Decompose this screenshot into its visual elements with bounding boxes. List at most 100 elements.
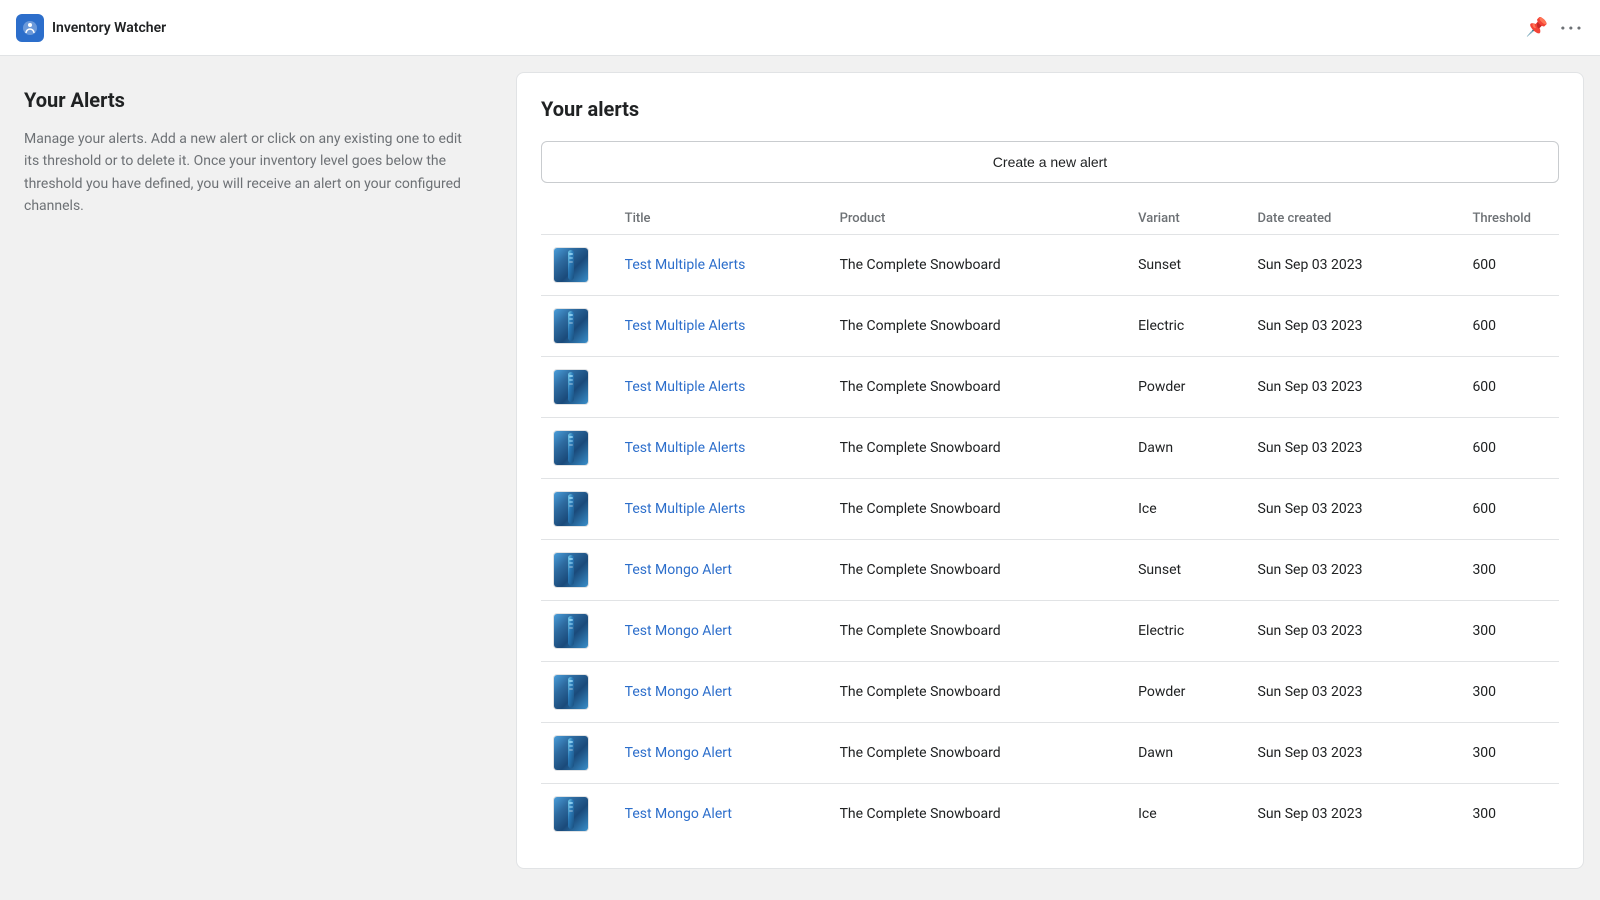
product-thumbnail-cell xyxy=(541,723,613,784)
alert-threshold-cell: 600 xyxy=(1460,479,1559,540)
alert-title-cell: Test Mongo Alert xyxy=(613,723,828,784)
topbar: Inventory Watcher 📌 ··· xyxy=(0,0,1600,56)
alert-variant-cell: Ice xyxy=(1126,479,1245,540)
create-alert-button[interactable]: Create a new alert xyxy=(541,141,1559,183)
product-thumbnail-cell xyxy=(541,662,613,723)
product-thumbnail xyxy=(553,735,589,771)
app-icon xyxy=(16,14,44,42)
product-thumbnail xyxy=(553,369,589,405)
alert-variant-cell: Electric xyxy=(1126,601,1245,662)
alert-threshold-cell: 300 xyxy=(1460,662,1559,723)
alert-variant-cell: Sunset xyxy=(1126,235,1245,296)
alert-title-link[interactable]: Test Mongo Alert xyxy=(625,745,732,761)
alert-title-link[interactable]: Test Mongo Alert xyxy=(625,684,732,700)
alerts-card: Your alerts Create a new alert Title Pro… xyxy=(516,72,1584,869)
alert-title-link[interactable]: Test Multiple Alerts xyxy=(625,440,746,456)
alert-date-cell: Sun Sep 03 2023 xyxy=(1246,723,1461,784)
product-thumbnail xyxy=(553,552,589,588)
alert-product-cell: The Complete Snowboard xyxy=(828,784,1127,845)
alerts-table: Title Product Variant Date created Thres… xyxy=(541,203,1559,844)
product-thumbnail-cell xyxy=(541,418,613,479)
product-thumbnail xyxy=(553,308,589,344)
product-thumbnail-cell xyxy=(541,296,613,357)
product-thumbnail-cell xyxy=(541,479,613,540)
card-title: Your alerts xyxy=(541,97,1559,121)
topbar-right: 📌 ··· xyxy=(1525,16,1584,40)
alert-threshold-cell: 300 xyxy=(1460,784,1559,845)
product-thumbnail xyxy=(553,247,589,283)
alert-title-link[interactable]: Test Multiple Alerts xyxy=(625,318,746,334)
alert-variant-cell: Powder xyxy=(1126,662,1245,723)
alert-date-cell: Sun Sep 03 2023 xyxy=(1246,540,1461,601)
table-row: Test Mongo AlertThe Complete SnowboardDa… xyxy=(541,723,1559,784)
alert-title-cell: Test Multiple Alerts xyxy=(613,357,828,418)
alert-product-cell: The Complete Snowboard xyxy=(828,479,1127,540)
product-thumbnail-cell xyxy=(541,784,613,845)
main-layout: Your Alerts Manage your alerts. Add a ne… xyxy=(0,56,1600,900)
col-header-product: Product xyxy=(828,203,1127,235)
product-thumbnail-cell xyxy=(541,235,613,296)
pin-icon[interactable]: 📌 xyxy=(1525,17,1547,38)
alert-variant-cell: Powder xyxy=(1126,357,1245,418)
product-thumbnail-cell xyxy=(541,540,613,601)
alert-product-cell: The Complete Snowboard xyxy=(828,235,1127,296)
alert-variant-cell: Electric xyxy=(1126,296,1245,357)
col-header-threshold: Threshold xyxy=(1460,203,1559,235)
alert-title-link[interactable]: Test Multiple Alerts xyxy=(625,501,746,517)
alert-product-cell: The Complete Snowboard xyxy=(828,723,1127,784)
alert-title-cell: Test Mongo Alert xyxy=(613,601,828,662)
topbar-left: Inventory Watcher xyxy=(16,14,166,42)
alert-date-cell: Sun Sep 03 2023 xyxy=(1246,418,1461,479)
alert-date-cell: Sun Sep 03 2023 xyxy=(1246,601,1461,662)
alert-date-cell: Sun Sep 03 2023 xyxy=(1246,784,1461,845)
more-menu-icon[interactable]: ··· xyxy=(1560,16,1584,40)
table-row: Test Multiple Alerts The Complete Snowboa… xyxy=(541,479,1559,540)
table-row: Test Multiple Alerts The Complete Snowboa… xyxy=(541,357,1559,418)
sidebar-description: Manage your alerts. Add a new alert or c… xyxy=(24,128,476,218)
col-header-title: Title xyxy=(613,203,828,235)
alert-threshold-cell: 600 xyxy=(1460,296,1559,357)
product-thumbnail xyxy=(553,613,589,649)
table-row: Test Multiple Alerts The Complete Snowboa… xyxy=(541,235,1559,296)
table-row: Test Multiple Alerts The Complete Snowboa… xyxy=(541,296,1559,357)
alert-product-cell: The Complete Snowboard xyxy=(828,601,1127,662)
sidebar: Your Alerts Manage your alerts. Add a ne… xyxy=(0,56,500,900)
alert-product-cell: The Complete Snowboard xyxy=(828,357,1127,418)
alert-title-link[interactable]: Test Mongo Alert xyxy=(625,623,732,639)
product-thumbnail xyxy=(553,674,589,710)
product-thumbnail xyxy=(553,491,589,527)
alert-date-cell: Sun Sep 03 2023 xyxy=(1246,235,1461,296)
table-row: Test Mongo AlertThe Complete SnowboardPo… xyxy=(541,662,1559,723)
alert-variant-cell: Ice xyxy=(1126,784,1245,845)
table-header: Title Product Variant Date created Thres… xyxy=(541,203,1559,235)
alert-product-cell: The Complete Snowboard xyxy=(828,418,1127,479)
alert-variant-cell: Dawn xyxy=(1126,418,1245,479)
app-title: Inventory Watcher xyxy=(52,20,166,36)
table-row: Test Mongo Alert The Complete Snowboard Su… xyxy=(541,540,1559,601)
alert-title-cell: Test Mongo Alert xyxy=(613,540,828,601)
product-thumbnail-cell xyxy=(541,357,613,418)
alert-product-cell: The Complete Snowboard xyxy=(828,296,1127,357)
alert-title-cell: Test Multiple Alerts xyxy=(613,479,828,540)
alert-threshold-cell: 300 xyxy=(1460,540,1559,601)
col-header-variant: Variant xyxy=(1126,203,1245,235)
content-area: Your alerts Create a new alert Title Pro… xyxy=(500,56,1600,900)
col-header-date: Date created xyxy=(1246,203,1461,235)
alert-threshold-cell: 300 xyxy=(1460,601,1559,662)
alert-date-cell: Sun Sep 03 2023 xyxy=(1246,357,1461,418)
sidebar-title: Your Alerts xyxy=(24,88,476,112)
alert-title-link[interactable]: Test Mongo Alert xyxy=(625,806,732,822)
alert-product-cell: The Complete Snowboard xyxy=(828,540,1127,601)
alert-title-link[interactable]: Test Multiple Alerts xyxy=(625,379,746,395)
product-thumbnail xyxy=(553,430,589,466)
alert-threshold-cell: 600 xyxy=(1460,357,1559,418)
col-header-image xyxy=(541,203,613,235)
alert-title-link[interactable]: Test Mongo Alert xyxy=(625,562,732,578)
alert-title-cell: Test Multiple Alerts xyxy=(613,418,828,479)
alert-date-cell: Sun Sep 03 2023 xyxy=(1246,662,1461,723)
alert-title-link[interactable]: Test Multiple Alerts xyxy=(625,257,746,273)
table-row: Test Mongo Alert The Complete SnowboardEl… xyxy=(541,601,1559,662)
table-row: Test Mongo Alert The Complete SnowboardIc… xyxy=(541,784,1559,845)
alert-title-cell: Test Multiple Alerts xyxy=(613,296,828,357)
alert-date-cell: Sun Sep 03 2023 xyxy=(1246,479,1461,540)
